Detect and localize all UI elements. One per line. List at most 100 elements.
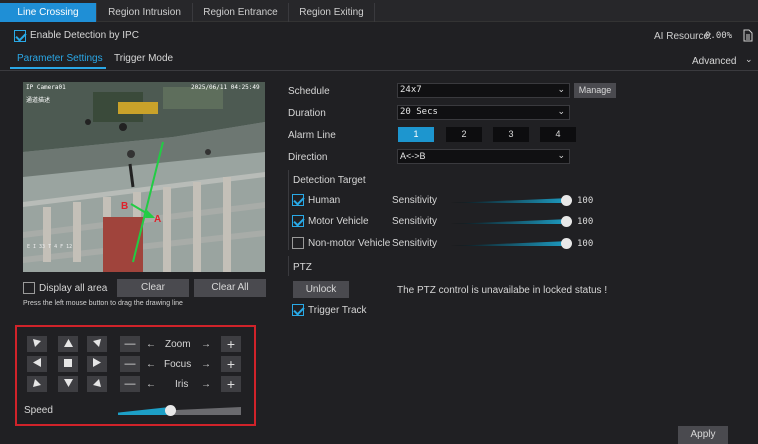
chevron-down-icon: ⌄ bbox=[557, 85, 565, 95]
iris-close-button[interactable]: — bbox=[120, 376, 140, 392]
ptz-down-button[interactable] bbox=[58, 376, 78, 392]
arrow-right-icon: → bbox=[201, 379, 211, 390]
enable-detection-checkbox[interactable] bbox=[14, 30, 26, 42]
speed-slider-fill bbox=[118, 407, 170, 415]
ptz-down-left-button[interactable] bbox=[27, 376, 47, 392]
ai-resource-value: 0.00% bbox=[705, 31, 733, 41]
tab-region-exiting[interactable]: Region Exiting bbox=[289, 3, 375, 22]
focus-far-button[interactable]: + bbox=[221, 356, 241, 372]
arrow-up-right-icon bbox=[93, 339, 101, 347]
non-motor-vehicle-sensitivity-slider[interactable] bbox=[450, 241, 570, 246]
non-motor-vehicle-checkbox[interactable] bbox=[292, 237, 304, 249]
apply-button[interactable]: Apply bbox=[678, 426, 728, 444]
human-sensitivity-slider[interactable] bbox=[450, 198, 570, 203]
section-divider bbox=[288, 170, 289, 250]
direction-select[interactable]: A<->B ⌄ bbox=[397, 149, 570, 164]
sensitivity-label: Sensitivity bbox=[392, 195, 438, 206]
human-sensitivity-handle[interactable] bbox=[561, 195, 572, 206]
document-icon[interactable] bbox=[743, 29, 753, 42]
camera-name-osd: IP Camera01 bbox=[26, 84, 66, 91]
motor-vehicle-sensitivity-slider[interactable] bbox=[450, 219, 570, 224]
focus-near-button[interactable]: — bbox=[120, 356, 140, 372]
arrow-up-left-icon bbox=[33, 339, 41, 347]
tab-bar: Line Crossing Region Intrusion Region En… bbox=[0, 0, 758, 22]
ptz-up-button[interactable] bbox=[58, 336, 78, 352]
speed-slider-handle[interactable] bbox=[164, 405, 176, 416]
zoom-label: Zoom bbox=[165, 339, 191, 350]
arrow-left-icon: ← bbox=[146, 359, 156, 370]
divider bbox=[0, 70, 758, 71]
ptz-down-right-button[interactable] bbox=[87, 376, 107, 392]
enable-detection-label: Enable Detection by IPC bbox=[30, 30, 139, 41]
tab-region-intrusion[interactable]: Region Intrusion bbox=[97, 3, 193, 22]
duration-select[interactable]: 20 Secs ⌄ bbox=[397, 105, 570, 120]
zoom-in-button[interactable]: + bbox=[221, 336, 241, 352]
trigger-track-checkbox[interactable] bbox=[292, 304, 304, 316]
section-divider bbox=[288, 256, 289, 276]
ptz-up-left-button[interactable] bbox=[27, 336, 47, 352]
alarm-line-3-button[interactable]: 3 bbox=[493, 127, 529, 142]
non-motor-vehicle-sensitivity-handle[interactable] bbox=[561, 238, 572, 249]
alarm-line-2-button[interactable]: 2 bbox=[446, 127, 482, 142]
ptz-status-text: The PTZ control is unavailabe in locked … bbox=[397, 285, 608, 296]
trigger-track-label: Trigger Track bbox=[308, 305, 367, 316]
human-checkbox[interactable] bbox=[292, 194, 304, 206]
line-label-a: A bbox=[154, 214, 162, 225]
ptz-up-right-button[interactable] bbox=[87, 336, 107, 352]
arrow-left-icon: ← bbox=[146, 339, 156, 350]
zoom-out-button[interactable]: — bbox=[120, 336, 140, 352]
subtab-parameter-settings[interactable]: Parameter Settings bbox=[17, 53, 103, 64]
alarm-line-1-button[interactable]: 1 bbox=[398, 127, 434, 142]
speed-label: Speed bbox=[24, 405, 53, 416]
arrow-down-right-icon bbox=[93, 379, 101, 387]
drag-hint: Press the left mouse button to drag the … bbox=[23, 300, 183, 307]
duration-label: Duration bbox=[288, 108, 326, 119]
motor-vehicle-checkbox[interactable] bbox=[292, 215, 304, 227]
schedule-label: Schedule bbox=[288, 86, 330, 97]
motor-vehicle-sensitivity-handle[interactable] bbox=[561, 216, 572, 227]
schedule-select[interactable]: 24x7 ⌄ bbox=[397, 83, 570, 98]
clear-button[interactable]: Clear bbox=[117, 279, 189, 297]
display-all-area-label: Display all area bbox=[39, 283, 108, 294]
manage-button[interactable]: Manage bbox=[574, 83, 616, 98]
sensitivity-label: Sensitivity bbox=[392, 216, 438, 227]
tab-line-crossing[interactable]: Line Crossing bbox=[0, 3, 97, 22]
ptz-right-button[interactable] bbox=[87, 356, 107, 372]
alarm-line-label: Alarm Line bbox=[288, 130, 336, 141]
arrow-right-icon bbox=[93, 358, 101, 367]
human-sensitivity-value: 100 bbox=[577, 196, 594, 206]
chevron-down-icon[interactable]: ⌄ bbox=[745, 54, 753, 65]
line-label-b: B bbox=[121, 201, 129, 212]
arrow-right-icon: → bbox=[201, 339, 211, 350]
ptz-left-button[interactable] bbox=[27, 356, 47, 372]
ptz-stop-button[interactable] bbox=[58, 356, 78, 372]
arrow-right-icon: → bbox=[201, 359, 211, 370]
arrow-up-icon bbox=[63, 339, 73, 347]
tab-region-entrance[interactable]: Region Entrance bbox=[193, 3, 289, 22]
chevron-down-icon: ⌄ bbox=[557, 107, 565, 117]
speed-slider[interactable] bbox=[118, 405, 241, 416]
detection-target-title: Detection Target bbox=[293, 175, 366, 186]
timestamp-osd: 2025/06/11 04:25:49 bbox=[191, 84, 260, 91]
non-motor-vehicle-sensitivity-value: 100 bbox=[577, 239, 594, 249]
stop-icon bbox=[64, 359, 72, 367]
camera-sub-osd: 通道描述 bbox=[26, 97, 51, 104]
alarm-line-4-button[interactable]: 4 bbox=[540, 127, 576, 142]
corner-osd: E I 33 T 4 F 12 bbox=[27, 244, 73, 250]
arrow-left-icon bbox=[33, 358, 41, 367]
display-all-area-checkbox[interactable] bbox=[23, 282, 35, 294]
subtab-underline bbox=[10, 67, 106, 69]
subtab-trigger-mode[interactable]: Trigger Mode bbox=[114, 53, 173, 64]
unlock-button[interactable]: Unlock bbox=[293, 281, 349, 298]
arrow-down-icon bbox=[63, 379, 73, 387]
advanced-toggle[interactable]: Advanced bbox=[692, 56, 736, 67]
arrow-left-icon: ← bbox=[146, 379, 156, 390]
iris-open-button[interactable]: + bbox=[221, 376, 241, 392]
clear-all-button[interactable]: Clear All bbox=[194, 279, 266, 297]
iris-label: Iris bbox=[175, 379, 189, 390]
motor-vehicle-sensitivity-value: 100 bbox=[577, 217, 594, 227]
human-label: Human bbox=[308, 195, 341, 206]
video-preview[interactable]: IP Camera01 通道描述 2025/06/11 04:25:49 B A… bbox=[23, 82, 265, 272]
sensitivity-label: Sensitivity bbox=[392, 238, 438, 249]
ptz-title: PTZ bbox=[293, 262, 312, 273]
